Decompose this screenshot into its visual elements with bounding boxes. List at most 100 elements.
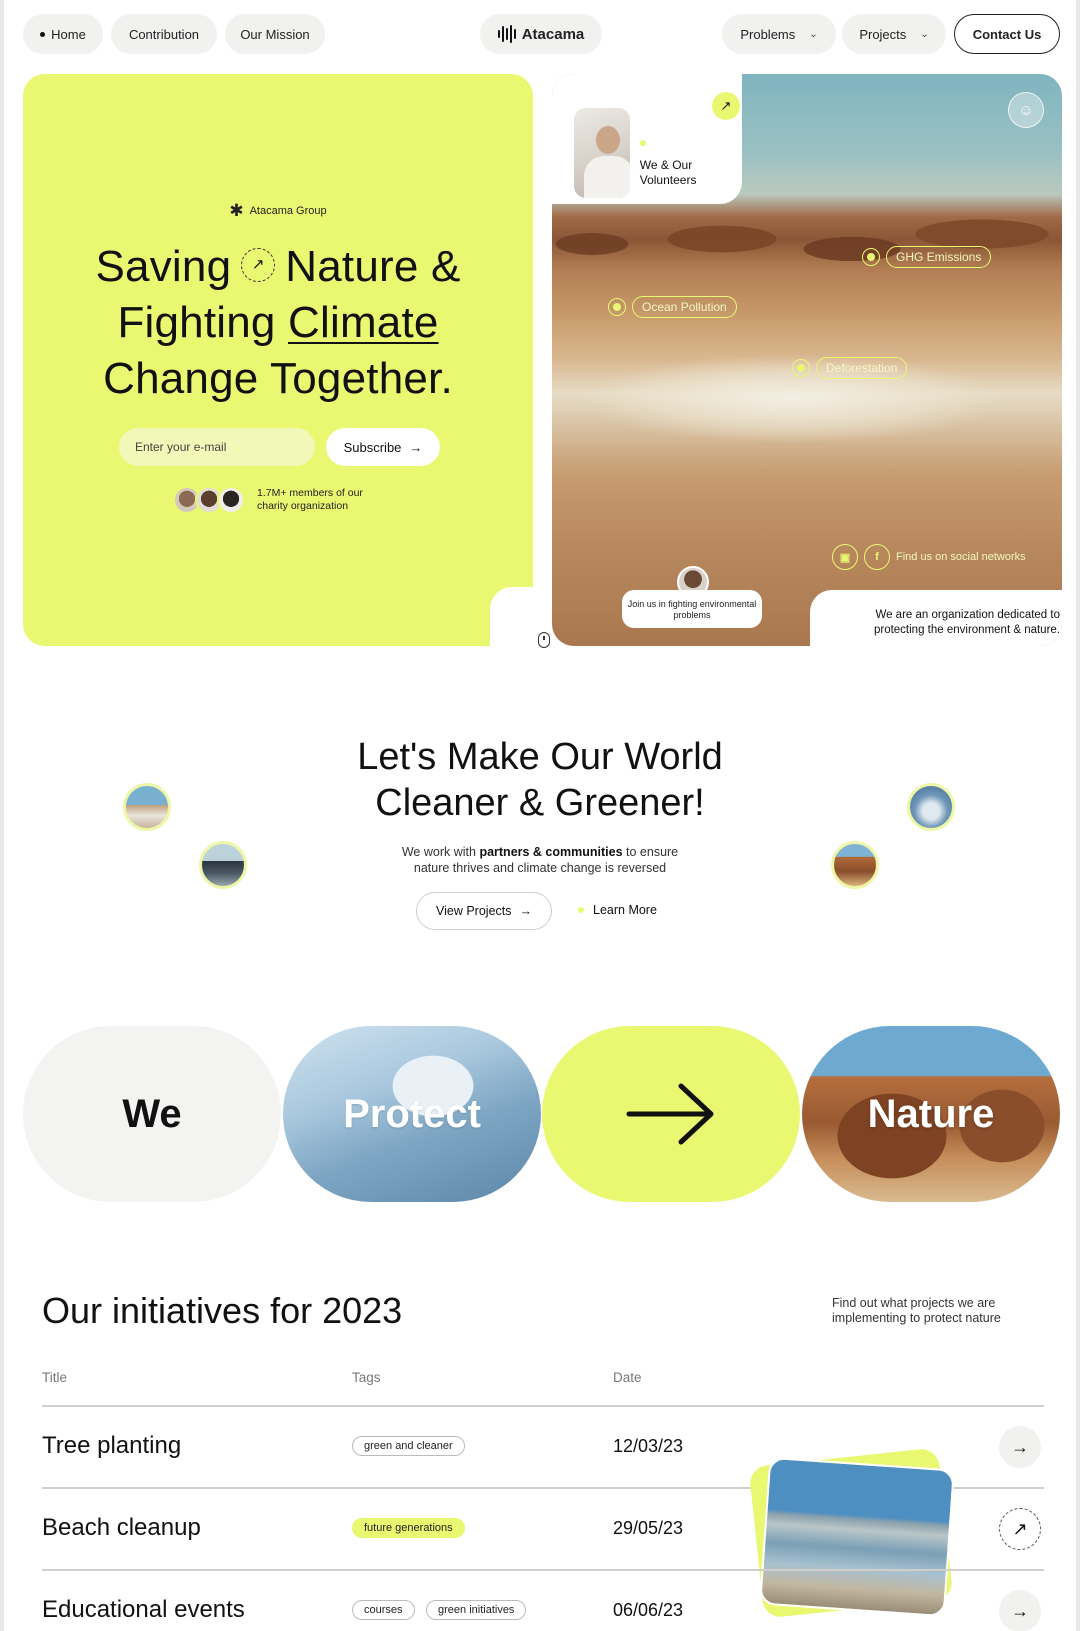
accent-dot — [578, 907, 584, 913]
hotspot-ocean[interactable]: Ocean Pollution — [608, 296, 737, 318]
row-arrow-button[interactable]: ↗ — [999, 1508, 1041, 1550]
members-text: 1.7M+ members of our charity organizatio… — [257, 487, 363, 512]
hero-title-word: Nature & — [285, 242, 461, 291]
mission-title-line: Cleaner & Greener! — [375, 782, 705, 824]
person-icon[interactable]: ☺ — [1008, 92, 1044, 128]
learn-more-label: Learn More — [593, 903, 657, 917]
org-description: We are an organization dedicated to prot… — [873, 609, 1060, 636]
hero-panel: ✱ Atacama Group Saving ↗ Nature & Fighting… — [23, 74, 534, 647]
row-arrow-button[interactable]: → — [999, 1426, 1041, 1468]
subscribe-label: Subscribe — [343, 439, 402, 455]
facebook-icon[interactable]: f — [864, 544, 890, 570]
tag[interactable]: green initiatives — [426, 1600, 527, 1620]
volunteer-photo — [574, 108, 630, 198]
row-date: 12/03/23 — [613, 1436, 684, 1456]
nav-problems[interactable]: Problems ⌄ — [722, 14, 836, 54]
learn-more-link[interactable]: Learn More — [578, 903, 657, 917]
hotspot-dot-icon — [608, 298, 626, 316]
brand-name: Atacama — [521, 25, 585, 43]
mission-sub-text: We work with — [401, 845, 476, 859]
arrow-right-icon — [626, 1083, 714, 1145]
chevron-down-icon: ⌄ — [920, 28, 929, 40]
arrow-up-right-icon: ↗ — [1012, 1518, 1028, 1539]
accent-dot — [639, 140, 646, 146]
nav-mission[interactable]: Our Mission — [225, 14, 325, 54]
hotspot-ghg[interactable]: GHG Emissions — [862, 246, 992, 268]
join-card[interactable]: Join us in fighting environmental proble… — [622, 590, 762, 628]
nature-label: Nature — [867, 1091, 995, 1136]
nav-contribution-label: Contribution — [128, 26, 200, 42]
social-label: Find us on social networks — [896, 551, 1026, 563]
hero-title-word: Fighting — [117, 298, 276, 347]
row-title[interactable]: Educational events — [42, 1596, 245, 1624]
brand-logo[interactable]: Atacama — [480, 14, 602, 54]
row-date: 06/06/23 — [613, 1600, 684, 1620]
hotspot-label: GHG Emissions — [886, 246, 992, 268]
hotspot-dot-icon — [792, 359, 810, 377]
volunteers-card[interactable]: We & Our Volunteers — [574, 94, 732, 198]
arrow-tile[interactable] — [542, 1026, 800, 1202]
email-input[interactable] — [119, 428, 315, 466]
tag[interactable]: courses — [352, 1600, 415, 1620]
arrow-right-icon: → — [1011, 1600, 1029, 1621]
arrow-right-icon: → — [1011, 1436, 1029, 1457]
column-header-tags: Tags — [352, 1370, 381, 1385]
social-links: ▣ f Find us on social networks — [832, 544, 1026, 570]
hero-title-line: Change Together. — [103, 354, 453, 403]
hero-title-underlined: Climate — [288, 298, 439, 347]
panel-corner-cut — [490, 587, 534, 647]
nav-contribution[interactable]: Contribution — [111, 14, 217, 54]
hotspot-deforestation[interactable]: Deforestation — [792, 357, 908, 379]
join-text: Join us in fighting environmental proble… — [627, 599, 757, 620]
protect-tile: Protect — [283, 1026, 541, 1202]
volunteers-label: We & Our Volunteers — [639, 158, 697, 187]
nav-home-label: Home — [51, 26, 86, 42]
row-title[interactable]: Beach cleanup — [42, 1514, 201, 1542]
hotspot-label: Deforestation — [816, 357, 908, 379]
mission-sub-line: nature thrives and climate change is rev… — [413, 861, 667, 875]
group-name: Atacama Group — [249, 204, 327, 217]
divider — [42, 1405, 1044, 1407]
nav-problems-label: Problems — [740, 26, 796, 42]
nav-mission-label: Our Mission — [240, 26, 310, 42]
subscribe-button[interactable]: Subscribe → — [326, 428, 440, 466]
mission-title: Let's Make Our World Cleaner & Greener! — [4, 734, 1076, 826]
hero-title-word: Saving — [95, 242, 232, 291]
volunteers-text-block: We & Our Volunteers — [639, 140, 732, 198]
divider — [42, 1569, 1044, 1571]
nav-projects[interactable]: Projects ⌄ — [842, 14, 946, 54]
hotspot-dot-icon — [862, 248, 880, 266]
arrow-up-right-icon[interactable]: ↗ — [712, 92, 740, 120]
row-title[interactable]: Tree planting — [42, 1432, 181, 1460]
arrow-up-right-icon[interactable]: ↗ — [241, 248, 276, 283]
asterisk-icon: ✱ — [229, 201, 244, 220]
mouse-icon — [538, 632, 550, 648]
arrow-right-icon: → — [409, 439, 423, 455]
column-header-title: Title — [42, 1370, 68, 1385]
tag[interactable]: green and cleaner — [352, 1436, 465, 1456]
instagram-icon[interactable]: ▣ — [832, 544, 858, 570]
page: Home Contribution Our Mission Atacama Pr… — [4, 0, 1076, 1631]
view-projects-label: View Projects — [436, 904, 512, 918]
logo-bars-icon — [497, 25, 516, 43]
members-block: 1.7M+ members of our charity organizatio… — [173, 486, 387, 514]
initiatives-title: Our initiatives for 2023 — [42, 1290, 403, 1331]
contact-label: Contact Us — [972, 26, 1042, 42]
avatar-group — [173, 486, 245, 514]
chevron-down-icon: ⌄ — [809, 28, 818, 40]
protect-label: Protect — [343, 1091, 481, 1136]
initiatives-note: Find out what projects we are implementi… — [832, 1296, 1001, 1325]
nav-projects-label: Projects — [859, 26, 907, 42]
column-header-date: Date — [613, 1370, 642, 1385]
mission-sub-text: to ensure — [626, 845, 679, 859]
preview-photo — [759, 1456, 955, 1618]
contact-button[interactable]: Contact Us — [954, 14, 1060, 54]
tag[interactable]: future generations — [352, 1518, 465, 1538]
active-dot — [40, 31, 46, 37]
row-arrow-button[interactable]: → — [999, 1590, 1041, 1631]
mission-sub-bold: partners & communities — [479, 845, 623, 859]
nav-home[interactable]: Home — [23, 14, 103, 54]
we-label: We — [122, 1091, 182, 1136]
nature-tile: Nature — [802, 1026, 1060, 1202]
view-projects-button[interactable]: View Projects → — [416, 892, 552, 930]
